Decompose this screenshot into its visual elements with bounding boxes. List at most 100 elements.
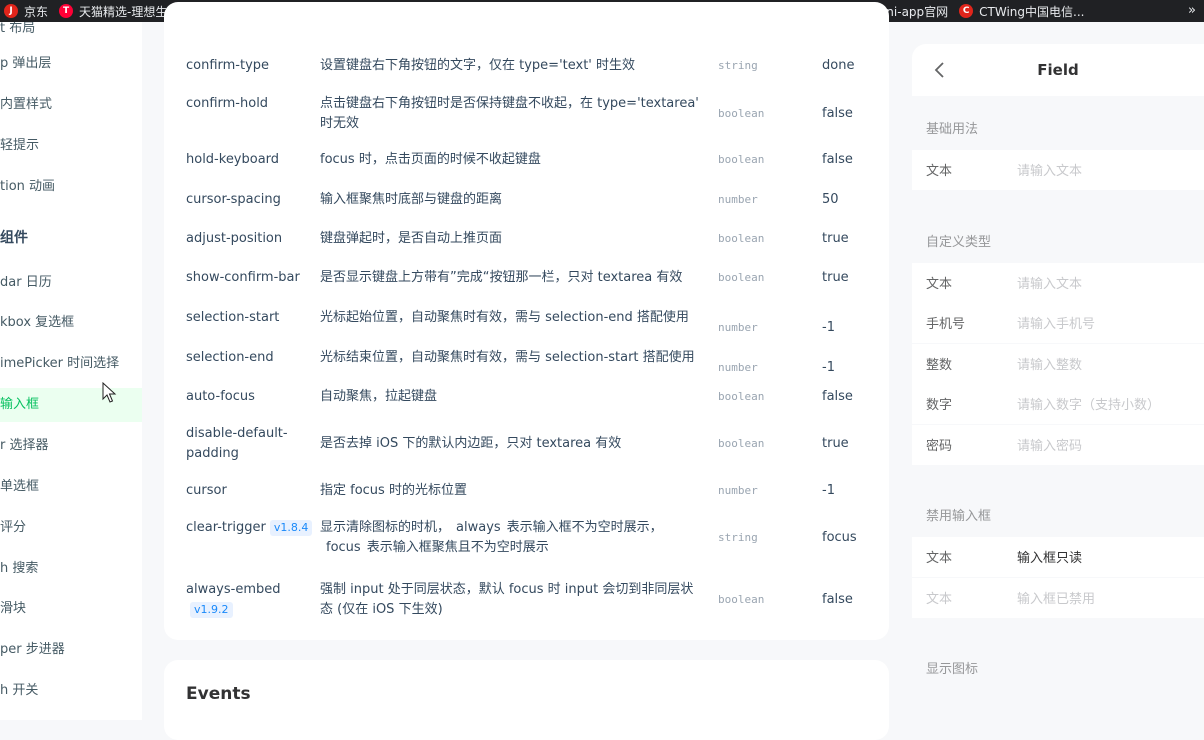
preview-screen: Field 基础用法 文本 请输入文本 自定义类型 文本 请输入文本 手机号 请输入手机号 整数… [912,44,1204,720]
prop-description: 显示清除图标的时机， always 表示输入框不为空时展示， focus 表示输入框聚焦… [320,518,705,558]
prop-name-text: cursor-spacing [186,192,281,207]
field-input[interactable]: 请输入文本 [1017,160,1082,179]
prop-default: true [822,231,849,246]
field-label: 密码 [926,438,953,454]
prop-type: number [718,193,758,206]
preview-field-cell[interactable]: 文本 输入框只读 [912,537,1204,577]
preview-field-cell[interactable]: 手机号 请输入手机号 [912,303,1204,343]
events-heading: Events [186,684,251,704]
sidebar-item[interactable]: 评分 [0,511,26,545]
sidebar-item[interactable]: t 布局 [0,22,35,46]
sidebar-item[interactable]: tion 动画 [0,170,55,204]
prop-description: 是否显示键盘上方带有”完成“按钮那一栏，只对 textarea 有效 [320,270,683,285]
prop-description: 输入框聚焦时底部与键盘的距离 [320,192,503,207]
preview-field-cell[interactable]: 数字 请输入数字（支持小数） [912,384,1204,424]
field-label: 手机号 [926,317,966,332]
description-text: 显示清除图标的时机， [320,520,451,535]
prop-name-text: selection-end [186,350,274,365]
prop-type: boolean [718,107,765,120]
field-label: 文本 [926,276,953,292]
prop-name-text: auto-focus [186,389,255,404]
prop-type: string [718,531,758,544]
prop-description: focus 时，点击页面的时候不收起键盘 [320,152,541,167]
events-card: Events [164,660,889,740]
prop-type: string [718,59,758,72]
preview-field-cell[interactable]: 文本 请输入文本 [912,150,1204,190]
field-input[interactable]: 请输入手机号 [1017,313,1095,332]
prop-name-text: adjust-position [186,231,283,246]
prop-description: 自动聚焦，拉起键盘 [320,389,438,404]
prop-description: 设置键盘右下角按钮的文字，仅在 type='text' 时生效 [320,58,636,73]
field-input[interactable]: 请输入密码 [1017,435,1082,454]
prop-name: disable-default-padding [186,424,296,464]
prop-default: false [822,152,853,167]
prop-type: boolean [718,593,765,606]
prop-type: boolean [718,390,765,403]
prop-default: done [822,58,855,73]
sidebar-item[interactable]: p 弹出层 [0,47,51,81]
preview-field-cell[interactable]: 文本 请输入文本 [912,262,1204,303]
sidebar-item[interactable]: 轻提示 [0,129,39,163]
preview-field-cell[interactable]: 密码 请输入密码 [912,424,1204,465]
version-badge: v1.9.2 [190,602,233,618]
mouse-pointer-icon [102,382,117,403]
prop-default: true [822,270,849,285]
prop-type: boolean [718,232,765,245]
bookmark-item[interactable]: C CTWing中国电信... [955,0,1091,22]
prop-type: boolean [718,153,765,166]
prop-name: auto-focus [186,387,255,407]
prop-name: cursor-spacing [186,190,281,210]
bookmark-favicon-icon: C [959,4,974,18]
docs-main: confirm-type 设置键盘右下角按钮的文字，仅在 type='text' … [142,2,902,740]
prop-name: confirm-hold [186,94,268,114]
prop-name: clear-trigger v1.8.4 [186,518,313,538]
preview-group-title: 基础用法 [926,122,979,137]
field-input: 输入框已禁用 [1017,591,1096,607]
prop-description: 是否去掉 iOS 下的默认内边距，只对 textarea 有效 [320,436,622,451]
prop-description: 光标起始位置，自动聚焦时有效，需与 selection-end 搭配使用 [320,310,689,325]
bookmark-item[interactable]: J 京东 [0,0,55,22]
prop-type: number [718,484,758,497]
bookmarks-overflow-button[interactable]: » [1188,0,1196,22]
preview-group-title: 禁用输入框 [926,509,992,524]
sidebar-item[interactable]: kbox 复选框 [0,306,74,340]
prop-name-text: show-confirm-bar [186,270,300,285]
sidebar-item[interactable]: r 选择器 [0,429,48,463]
field-input[interactable]: 请输入数字（支持小数） [1017,394,1160,413]
prop-name-text: disable-default-padding [186,426,288,461]
preview-field-cell[interactable]: 文本 输入框已禁用 [912,577,1204,618]
field-input[interactable]: 输入框只读 [1017,547,1082,566]
sidebar-item[interactable]: 单选框 [0,470,39,504]
preview-nav-bar: Field [912,44,1204,96]
bookmark-favicon-icon: J [4,4,18,18]
prop-default: 50 [822,192,839,207]
sidebar-item[interactable]: 滑块 [0,592,26,626]
field-input[interactable]: 请输入整数 [1017,354,1082,373]
prop-description: 光标结束位置，自动聚焦时有效，需与 selection-start 搭配使用 [320,350,695,365]
bookmark-favicon-icon: T [59,4,74,18]
field-label: 文本 [926,551,953,566]
prop-name: selection-end [186,348,274,368]
prop-default: focus [822,530,857,545]
prop-type: number [718,361,758,374]
bookmark-label: uni-app官网 [878,4,949,19]
sidebar-item[interactable]: h 搜索 [0,552,38,586]
prop-name: selection-start [186,308,279,328]
sidebar-item[interactable]: dar 日历 [0,266,52,300]
sidebar-item[interactable]: per 步进器 [0,633,65,667]
prop-name: adjust-position [186,229,282,249]
sidebar-item[interactable]: h 开关 [0,674,38,708]
prop-default: true [822,436,849,451]
prop-name-text: selection-start [186,310,280,325]
field-input[interactable]: 请输入文本 [1017,273,1082,292]
sidebar-item[interactable]: 输入框 [0,388,142,422]
sidebar-item[interactable]: imePicker 时间选择 [0,347,119,381]
preview-title: Field [1037,61,1079,79]
field-label: 整数 [926,357,953,373]
prop-default: false [822,389,853,404]
prop-name-text: confirm-type [186,58,270,73]
sidebar-item[interactable]: 内置样式 [0,88,52,122]
prop-name: hold-keyboard [186,150,279,170]
prop-default: -1 [822,360,835,375]
preview-field-cell[interactable]: 整数 请输入整数 [912,343,1204,384]
